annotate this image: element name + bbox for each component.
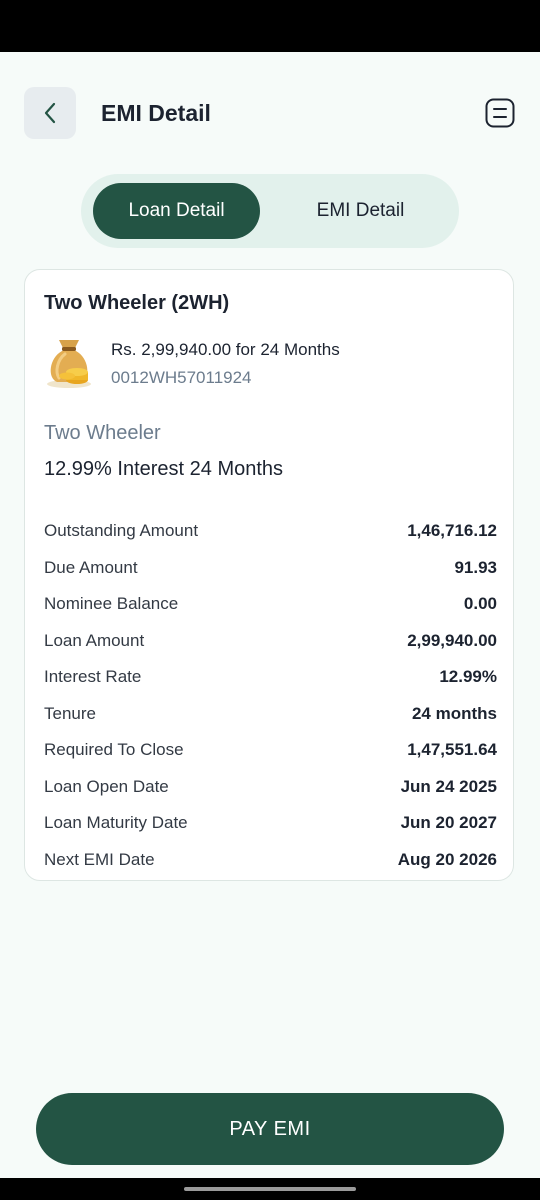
detail-row-outstanding-amount: Outstanding Amount 1,46,716.12 bbox=[44, 513, 497, 550]
menu-icon bbox=[485, 98, 515, 128]
tab-loan-detail[interactable]: Loan Detail bbox=[93, 183, 260, 239]
loan-summary: Rs. 2,99,940.00 for 24 Months bbox=[111, 340, 340, 359]
chevron-left-icon bbox=[44, 102, 56, 124]
detail-label: Interest Rate bbox=[44, 667, 142, 687]
detail-row-interest-rate: Interest Rate 12.99% bbox=[44, 659, 497, 696]
status-bar bbox=[0, 0, 540, 52]
detail-row-due-amount: Due Amount 91.93 bbox=[44, 550, 497, 587]
detail-value: 2,99,940.00 bbox=[407, 630, 497, 650]
menu-button[interactable] bbox=[484, 97, 516, 129]
interest-summary: 12.99% Interest 24 Months bbox=[44, 458, 284, 480]
detail-label: Next EMI Date bbox=[44, 849, 155, 869]
detail-row-next-emi-date: Next EMI Date Aug 20 2026 bbox=[44, 842, 497, 879]
detail-value: 91.93 bbox=[454, 557, 497, 577]
detail-value: 12.99% bbox=[439, 667, 497, 687]
detail-value: 1,47,551.64 bbox=[407, 740, 497, 760]
detail-row-tenure: Tenure 24 months bbox=[44, 696, 497, 733]
detail-value: 24 months bbox=[411, 703, 497, 723]
detail-row-loan-open-date: Loan Open Date Jun 24 2025 bbox=[44, 769, 497, 806]
loan-details-list: Outstanding Amount 1,46,716.12 Due Amoun… bbox=[44, 513, 497, 878]
detail-row-loan-maturity-date: Loan Maturity Date Jun 20 2027 bbox=[44, 805, 497, 842]
detail-value: Jun 20 2027 bbox=[400, 813, 497, 833]
loan-type-title: Two Wheeler (2WH) bbox=[44, 292, 230, 314]
tab-emi-detail[interactable]: EMI Detail bbox=[268, 183, 453, 239]
detail-label: Required To Close bbox=[44, 740, 184, 760]
pay-emi-button[interactable]: PAY EMI bbox=[36, 1093, 504, 1165]
page-title: EMI Detail bbox=[101, 100, 211, 126]
detail-label: Loan Maturity Date bbox=[44, 813, 188, 833]
money-bag-icon bbox=[47, 340, 91, 388]
detail-label: Nominee Balance bbox=[44, 594, 179, 614]
detail-row-loan-amount: Loan Amount 2,99,940.00 bbox=[44, 623, 497, 660]
detail-label: Outstanding Amount bbox=[44, 521, 199, 541]
tab-bar: Loan Detail EMI Detail bbox=[81, 174, 459, 248]
detail-row-nominee-balance: Nominee Balance 0.00 bbox=[44, 586, 497, 623]
detail-value: Aug 20 2026 bbox=[397, 849, 497, 869]
detail-label: Loan Amount bbox=[44, 630, 145, 650]
detail-row-required-to-close: Required To Close 1,47,551.64 bbox=[44, 732, 497, 769]
detail-label: Tenure bbox=[44, 703, 96, 723]
back-button[interactable] bbox=[24, 87, 76, 139]
detail-value: Jun 24 2025 bbox=[400, 776, 497, 796]
loan-account-number: 0012WH57011924 bbox=[111, 368, 252, 387]
detail-value: 0.00 bbox=[463, 594, 497, 614]
home-indicator[interactable] bbox=[184, 1187, 356, 1191]
product-name: Two Wheeler bbox=[44, 422, 161, 444]
loan-detail-card: Two Wheeler (2WH) Rs. 2,99,940.00 for 24… bbox=[24, 269, 514, 881]
detail-label: Loan Open Date bbox=[44, 776, 169, 796]
detail-label: Due Amount bbox=[44, 557, 138, 577]
detail-value: 1,46,716.12 bbox=[407, 521, 497, 541]
